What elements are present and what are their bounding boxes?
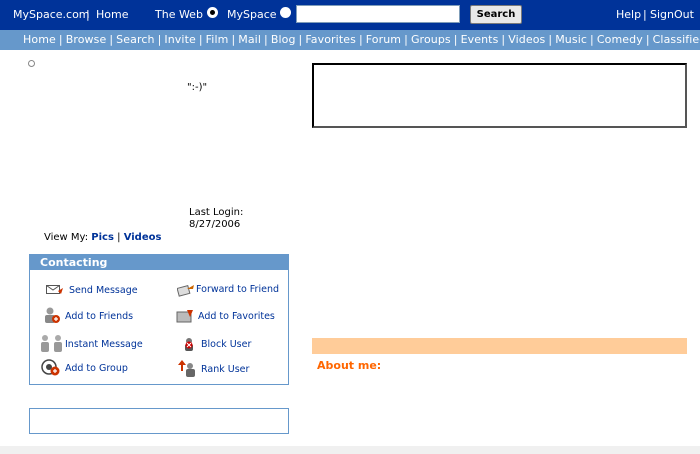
nav-separator: | (58, 33, 63, 46)
nav-item-forum[interactable]: Forum (366, 33, 401, 46)
nav-item-events[interactable]: Events (461, 33, 499, 46)
separator: | (86, 8, 90, 21)
add-to-group-link[interactable]: Add to Group (65, 363, 128, 374)
nav-separator: | (231, 33, 236, 46)
nav-separator: | (501, 33, 506, 46)
nav-separator: | (198, 33, 203, 46)
nav-separator: | (109, 33, 114, 46)
nav-separator: | (358, 33, 363, 46)
nav-item-favorites[interactable]: Favorites (305, 33, 356, 46)
home-link[interactable]: Home (96, 8, 128, 21)
nav-item-browse[interactable]: Browse (66, 33, 107, 46)
nav-item-search[interactable]: Search (116, 33, 154, 46)
contacting-title: Contacting (30, 255, 288, 270)
nav-separator: | (404, 33, 408, 46)
contacting-box: Contacting Send Message Forward to Frien… (29, 254, 289, 385)
empty-panel (29, 408, 289, 434)
nav-item-home[interactable]: Home (23, 33, 56, 46)
rank-user-link[interactable]: Rank User (201, 364, 249, 375)
send-message-link[interactable]: Send Message (69, 285, 138, 296)
nav-item-invite[interactable]: Invite (164, 33, 195, 46)
main-nav: Home | Browse | Search | Invite | Film | Mail | Blog… (0, 30, 700, 50)
search-button[interactable]: Search (470, 5, 522, 24)
nav-item-groups[interactable]: Groups (411, 33, 451, 46)
instant-message-link[interactable]: Instant Message (65, 339, 143, 350)
view-my: View My: Pics | Videos (44, 232, 161, 243)
rank-user-icon (178, 360, 195, 377)
bullet-icon (28, 60, 35, 67)
add-group-icon (41, 359, 60, 376)
favorites-folder-icon (176, 310, 193, 323)
nav-item-classifieds[interactable]: Classifieds (653, 33, 700, 46)
separator: | (643, 8, 647, 21)
mood-text: ":-)" (187, 82, 208, 93)
web-radio[interactable] (207, 7, 218, 18)
web-search-label: The Web (155, 8, 203, 21)
nav-separator: | (548, 33, 553, 46)
nav-item-mail[interactable]: Mail (238, 33, 261, 46)
block-user-icon (185, 338, 193, 351)
instant-message-icon (41, 335, 62, 352)
last-login-date: 8/27/2006 (189, 219, 241, 230)
videos-link[interactable]: Videos (124, 232, 162, 243)
nav-separator: | (645, 33, 650, 46)
profile-header-box (312, 63, 687, 128)
forward-to-friend-link[interactable]: Forward to Friend (196, 284, 279, 295)
nav-item-videos[interactable]: Videos (508, 33, 545, 46)
envelope-icon (46, 285, 63, 294)
separator: | (117, 232, 121, 243)
nav-item-film[interactable]: Film (206, 33, 229, 46)
block-user-link[interactable]: Block User (201, 339, 251, 350)
search-input[interactable] (296, 5, 460, 23)
forward-arrow-icon (177, 284, 194, 297)
myspace-search-label: MySpace (227, 8, 277, 21)
nav-separator: | (590, 33, 594, 46)
add-to-favorites-link[interactable]: Add to Favorites (198, 311, 275, 322)
nav-item-music[interactable]: Music (555, 33, 587, 46)
nav-separator: | (453, 33, 458, 46)
bottom-strip (0, 446, 700, 454)
site-link[interactable]: MySpace.com (13, 8, 90, 21)
pics-link[interactable]: Pics (91, 232, 114, 243)
last-login: Last Login: 8/27/2006 (189, 207, 243, 231)
myspace-radio[interactable] (280, 7, 291, 18)
signout-link[interactable]: SignOut (650, 8, 694, 21)
nav-items: Home | Browse | Search | Invite | Film | Mail | Blog… (23, 33, 700, 46)
top-header: MySpace.com | Home The Web MySpace Searc… (0, 0, 700, 30)
view-my-label: View My: (44, 232, 89, 243)
nav-separator: | (298, 33, 303, 46)
nav-item-comedy[interactable]: Comedy (597, 33, 643, 46)
nav-item-blog[interactable]: Blog (271, 33, 296, 46)
about-me-header-bar (312, 338, 687, 354)
add-friend-icon (45, 307, 60, 323)
about-me-label: About me: (317, 359, 382, 372)
help-link[interactable]: Help (616, 8, 641, 21)
nav-separator: | (157, 33, 162, 46)
last-login-label: Last Login: (189, 207, 244, 218)
nav-separator: | (264, 33, 268, 46)
add-to-friends-link[interactable]: Add to Friends (65, 311, 133, 322)
